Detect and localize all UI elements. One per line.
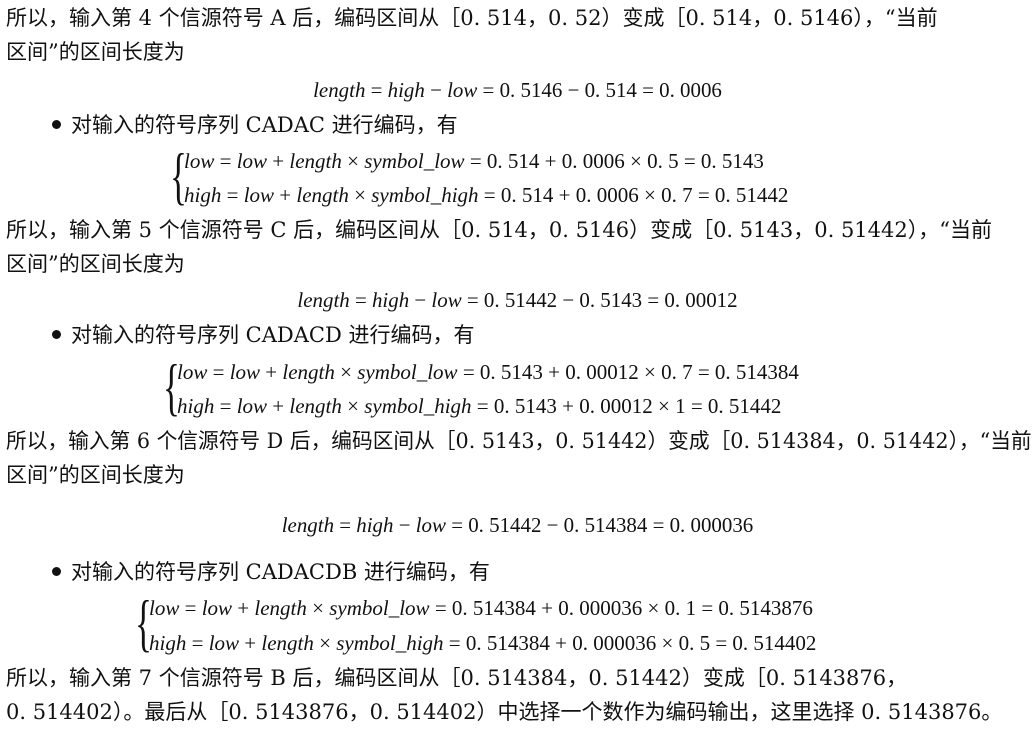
text-line: 所以，输入第 6 个信源符号 D 后，编码区间从［0. 5143，0. 5144… bbox=[6, 429, 1032, 453]
text-line: 区间”的区间长度为 bbox=[6, 40, 185, 64]
high-equation: high = low + length × symbol_high = 0. 5… bbox=[149, 631, 817, 655]
bullet-text: 对输入的符号序列 CADACDB 进行编码，有 bbox=[71, 560, 490, 584]
bullet-dot-icon bbox=[52, 120, 61, 129]
bullet-dot-icon bbox=[52, 567, 61, 576]
length-formula: length = high − low = 0. 51442 − 0. 5143… bbox=[297, 288, 738, 312]
text-line: 区间”的区间长度为 bbox=[6, 252, 185, 276]
bullet-item: 对输入的符号序列 CADACD 进行编码，有 bbox=[52, 321, 475, 349]
text-line: 所以，输入第 4 个信源符号 A 后，编码区间从［0. 514，0. 52）变成… bbox=[6, 6, 938, 30]
high-equation: high = low + length × symbol_high = 0. 5… bbox=[177, 394, 782, 418]
text-line: 0. 514402）。最后从［0. 5143876，0. 514402）中选择一… bbox=[6, 700, 1003, 724]
text-line: 所以，输入第 5 个信源符号 C 后，编码区间从［0. 514，0. 5146）… bbox=[6, 218, 992, 242]
bullet-item: 对输入的符号序列 CADACDB 进行编码，有 bbox=[52, 558, 490, 586]
bullet-dot-icon bbox=[52, 330, 61, 339]
low-equation: low = low + length × symbol_low = 0. 514… bbox=[184, 149, 764, 173]
low-equation: low = low + length × symbol_low = 0. 514… bbox=[149, 596, 813, 620]
text-line: 区间”的区间长度为 bbox=[6, 463, 185, 487]
high-equation: high = low + length × symbol_high = 0. 5… bbox=[184, 183, 789, 207]
length-formula: length = high − low = 0. 51442 − 0. 5143… bbox=[281, 513, 754, 537]
length-formula: length = high − low = 0. 5146 − 0. 514 =… bbox=[313, 78, 722, 102]
bullet-item: 对输入的符号序列 CADAC 进行编码，有 bbox=[52, 111, 458, 139]
bullet-text: 对输入的符号序列 CADACD 进行编码，有 bbox=[71, 323, 475, 347]
bullet-text: 对输入的符号序列 CADAC 进行编码，有 bbox=[71, 113, 458, 137]
low-equation: low = low + length × symbol_low = 0. 514… bbox=[177, 360, 799, 384]
text-line: 所以，输入第 7 个信源符号 B 后，编码区间从［0. 514384，0. 51… bbox=[6, 666, 908, 690]
